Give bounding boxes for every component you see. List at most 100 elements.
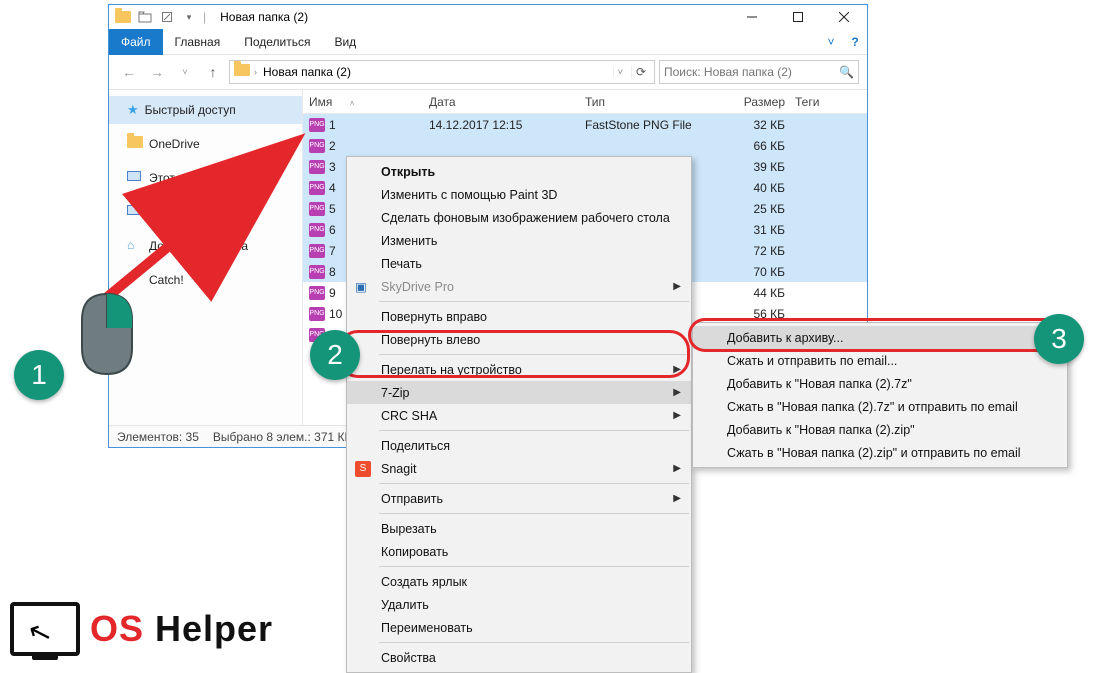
context-item[interactable]: ▣SkyDrive Pro▶ (347, 275, 691, 298)
qat-dropdown-icon[interactable]: ▾ (179, 7, 199, 27)
nav-onedrive[interactable]: OneDrive (109, 130, 302, 158)
file-name: 4 (329, 181, 336, 195)
column-size[interactable]: Размер (715, 95, 795, 109)
back-button[interactable]: ← (117, 60, 141, 84)
context-item[interactable]: Сделать фоновым изображением рабочего ст… (347, 206, 691, 229)
minimize-button[interactable] (729, 5, 775, 29)
file-name: 9 (329, 286, 336, 300)
file-name: 10 (329, 307, 342, 321)
column-name[interactable]: Имя ˄ (309, 95, 429, 109)
column-type[interactable]: Тип (585, 95, 715, 109)
tab-view[interactable]: Вид (322, 29, 368, 55)
context-item[interactable]: Свойства (347, 646, 691, 669)
file-name: 8 (329, 265, 336, 279)
context-item[interactable]: Копировать (347, 540, 691, 563)
file-row[interactable]: PNG114.12.2017 12:15FastStone PNG File32… (303, 114, 867, 135)
tab-share[interactable]: Поделиться (232, 29, 322, 55)
context-label: Свойства (381, 651, 436, 665)
nav-quick-access[interactable]: ★ Быстрый доступ (109, 96, 302, 124)
context-item[interactable]: SSnagit▶ (347, 457, 691, 480)
context-separator (379, 301, 689, 302)
tab-home[interactable]: Главная (163, 29, 233, 55)
context-item[interactable]: Переименовать (347, 616, 691, 639)
context-item[interactable]: Сжать в "Новая папка (2).zip" и отправит… (693, 441, 1067, 464)
file-name: 3 (329, 160, 336, 174)
window-controls (729, 5, 867, 29)
context-item[interactable]: Открыть (347, 160, 691, 183)
nav-label: Этот компьютер (149, 171, 239, 185)
column-tags[interactable]: Теги (795, 95, 845, 109)
ribbon-expand-icon[interactable]: ˅ (819, 35, 843, 49)
chevron-right-icon: ▶ (673, 493, 681, 504)
context-item[interactable]: Повернуть вправо (347, 305, 691, 328)
context-label: Поделиться (381, 439, 450, 453)
context-item[interactable]: Поделиться (347, 434, 691, 457)
logo-text: OS Helper (90, 608, 273, 650)
context-item[interactable]: Сжать в "Новая папка (2).7z" и отправить… (693, 395, 1067, 418)
nav-network[interactable]: Сеть (109, 198, 302, 226)
context-item[interactable]: Перелать на устройство▶ (347, 358, 691, 381)
nav-label: Быстрый доступ (145, 103, 236, 117)
qat-divider: | (199, 10, 210, 24)
context-label: Изменить (381, 234, 437, 248)
context-item[interactable]: 7-Zip▶ (347, 381, 691, 404)
logo-helper: Helper (144, 608, 273, 649)
nav-this-pc[interactable]: Этот компьютер (109, 164, 302, 192)
up-button[interactable]: ↑ (201, 60, 225, 84)
qat-new-folder-icon[interactable] (135, 7, 155, 27)
recent-dropdown-icon[interactable]: ˅ (173, 60, 197, 84)
context-label: CRC SHA (381, 409, 437, 423)
file-name: 5 (329, 202, 336, 216)
context-item[interactable]: Создать ярлык (347, 570, 691, 593)
png-icon: PNG (309, 307, 325, 321)
context-label: Добавить к "Новая папка (2).7z" (727, 377, 912, 391)
status-selection: Выбрано 8 элем.: 371 КБ (213, 430, 353, 444)
column-date[interactable]: Дата (429, 95, 585, 109)
search-input[interactable] (664, 65, 839, 79)
help-icon[interactable]: ? (843, 35, 867, 49)
context-item[interactable]: Печать (347, 252, 691, 275)
context-item[interactable]: Сжать и отправить по email... (693, 349, 1067, 372)
context-item[interactable]: CRC SHA▶ (347, 404, 691, 427)
context-label: Создать ярлык (381, 575, 467, 589)
refresh-icon[interactable]: ⟳ (631, 65, 650, 79)
context-item[interactable]: Удалить (347, 593, 691, 616)
address-bar[interactable]: › Новая папка (2) ˅ ⟳ (229, 60, 655, 84)
homegroup-icon: ⌂ (127, 238, 143, 254)
png-icon: PNG (309, 223, 325, 237)
nav-label: Домашняя группа (149, 239, 248, 253)
search-icon[interactable]: 🔍 (839, 65, 854, 79)
context-item[interactable]: Добавить к архиву... (693, 326, 1067, 349)
forward-button[interactable]: → (145, 60, 169, 84)
logo-os: OS (90, 608, 144, 649)
maximize-button[interactable] (775, 5, 821, 29)
search-box[interactable]: 🔍 (659, 60, 859, 84)
address-dropdown-icon[interactable]: ˅ (613, 67, 627, 77)
context-item[interactable]: Добавить к "Новая папка (2).7z" (693, 372, 1067, 395)
chevron-right-icon: ▶ (673, 281, 681, 292)
context-label: Копировать (381, 545, 448, 559)
cursor-icon: ↖ (23, 613, 56, 652)
context-item[interactable]: Изменить (347, 229, 691, 252)
tab-file[interactable]: Файл (109, 29, 163, 55)
context-label: Перелать на устройство (381, 363, 522, 377)
file-size: 31 КБ (715, 223, 795, 237)
context-label: Сжать в "Новая папка (2).zip" и отправит… (727, 446, 1021, 460)
status-item-count: Элементов: 35 (117, 430, 199, 444)
context-item[interactable]: Вырезать (347, 517, 691, 540)
context-separator (379, 430, 689, 431)
window-title: Новая папка (2) (220, 10, 308, 24)
qat-properties-icon[interactable] (157, 7, 177, 27)
close-button[interactable] (821, 5, 867, 29)
context-item[interactable]: Отправить▶ (347, 487, 691, 510)
png-icon: PNG (309, 160, 325, 174)
context-item[interactable]: Изменить с помощью Paint 3D (347, 183, 691, 206)
chevron-right-icon[interactable]: › (254, 67, 257, 77)
breadcrumb[interactable]: Новая папка (2) (261, 65, 353, 79)
file-row[interactable]: PNG266 КБ (303, 135, 867, 156)
context-item[interactable]: Добавить к "Новая папка (2).zip" (693, 418, 1067, 441)
catch-icon: ● (127, 272, 143, 288)
nav-label: Catch! (149, 273, 184, 287)
nav-homegroup[interactable]: ⌂ Домашняя группа (109, 232, 302, 260)
context-item[interactable]: Повернуть влево (347, 328, 691, 351)
